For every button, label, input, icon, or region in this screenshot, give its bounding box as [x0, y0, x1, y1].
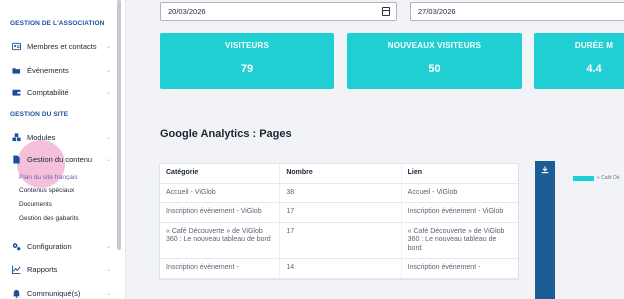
sidebar-item-label: Événements: [27, 65, 69, 75]
chevron-down-icon: ⌄: [105, 156, 111, 163]
bell-icon: [12, 289, 21, 298]
table-cell-link[interactable]: Inscription événement - ViGlob: [400, 203, 518, 222]
chevron-down-icon: ⌄: [105, 290, 111, 297]
chevron-down-icon: ⌄: [105, 89, 111, 96]
table-row: Accueil - ViGlob 38 Accueil - ViGlob: [160, 183, 518, 203]
line-chart-icon: [12, 264, 21, 274]
sidebar-item-reports[interactable]: Rapports ⌄: [12, 262, 117, 276]
column-header-link[interactable]: Lien: [400, 164, 518, 183]
chevron-down-icon: ⌄: [105, 243, 111, 250]
end-date-field[interactable]: 27/03/2026: [410, 2, 624, 21]
table-cell: Accueil - ViGlob: [166, 188, 216, 196]
sidebar-item-label: Comptabilité: [27, 87, 69, 97]
legend-label: « Café Dé: [597, 175, 620, 181]
table-row: « Café Découverte » de ViGlob 360 : Le n…: [160, 222, 518, 259]
sidebar: GESTION DE L'ASSOCIATION Membres et cont…: [0, 0, 126, 299]
chart-download-bar: [535, 161, 555, 299]
sidebar-item-label: Configuration: [27, 241, 72, 251]
sidebar-item-members[interactable]: Membres et contacts ⌄: [12, 39, 117, 53]
folder-open-icon: [12, 66, 21, 75]
section-title-pages: Google Analytics : Pages: [160, 128, 292, 140]
sidebar-scrollbar[interactable]: [117, 0, 121, 250]
table-cell: 14: [279, 259, 400, 278]
stat-card-visitors: VISITEURS 79: [160, 33, 334, 89]
calendar-icon[interactable]: [382, 7, 390, 16]
table-cell: Inscription événement - ViGlob: [166, 208, 262, 215]
legend-swatch: [573, 175, 594, 181]
start-date-field[interactable]: 20/03/2026: [160, 2, 397, 21]
sidebar-item-events[interactable]: Événements ⌄: [12, 63, 117, 77]
stat-card-new-visitors: NOUVEAUX VISITEURS 50: [347, 33, 522, 89]
stat-title: VISITEURS: [224, 41, 270, 50]
main-content: 20/03/2026 27/03/2026 VISITEURS 79 NOUVE…: [127, 0, 624, 299]
sidebar-item-configuration[interactable]: Configuration ⌄: [12, 239, 117, 253]
file-icon: [12, 154, 21, 164]
stat-title: DURÉE M: [574, 41, 614, 50]
sidebar-item-label: Membres et contacts: [27, 41, 97, 51]
wallet-icon: [12, 88, 21, 97]
sub-item-site-plan[interactable]: Plan du site français: [19, 174, 78, 181]
table-cell: 17: [279, 203, 400, 222]
section-title-association: GESTION DE L'ASSOCIATION: [10, 20, 105, 27]
table-cell-link[interactable]: Accueil - ViGlob: [400, 183, 518, 202]
sidebar-item-communiques[interactable]: Communiqué(s) ⌄: [12, 286, 117, 299]
chevron-down-icon: ⌄: [105, 134, 111, 141]
table-header: Catégorie Nombre Lien: [160, 164, 518, 184]
column-header-category[interactable]: Catégorie: [160, 164, 279, 183]
chart-legend: « Café Dé: [573, 175, 620, 181]
sidebar-item-label: Communiqué(s): [27, 288, 81, 298]
table-cell: Inscription événement -: [166, 264, 239, 271]
chevron-down-icon: ⌄: [105, 43, 111, 50]
cogs-icon: [12, 242, 21, 251]
pages-table: Catégorie Nombre Lien Accueil - ViGlob 3…: [159, 163, 519, 280]
sidebar-item-content[interactable]: Gestion du contenu ⌄: [12, 152, 117, 166]
sidebar-item-modules[interactable]: Modules ⌄: [12, 130, 117, 144]
table-cell: « Café Découverte » de ViGlob 360 : Le n…: [166, 227, 271, 244]
sidebar-item-label: Gestion du contenu: [27, 154, 93, 164]
stat-value: 4.4: [586, 63, 602, 75]
stat-value: 79: [240, 63, 254, 75]
sub-item-templates[interactable]: Gestion des gabarits: [19, 215, 79, 222]
table-cell: 38: [279, 183, 400, 202]
stat-value: 50: [428, 63, 441, 75]
cubes-icon: [12, 132, 21, 142]
table-row: Inscription événement - ViGlob 17 Inscri…: [160, 203, 518, 223]
sub-item-special-content[interactable]: Contenus spéciaux: [19, 187, 74, 194]
table-cell-link[interactable]: Inscription événement -: [400, 259, 518, 278]
end-date-value: 27/03/2026: [418, 7, 456, 16]
section-title-site: GESTION DU SITE: [10, 111, 69, 118]
stat-title: NOUVEAUX VISITEURS: [387, 41, 482, 50]
sidebar-item-accounting[interactable]: Comptabilité ⌄: [12, 85, 117, 99]
chevron-down-icon: ⌄: [105, 266, 111, 273]
download-icon[interactable]: [541, 166, 549, 174]
table-row: Inscription événement - 14 Inscription é…: [160, 259, 518, 279]
sidebar-item-label: Rapports: [27, 264, 58, 274]
stat-card-duration: DURÉE M 4.4: [534, 33, 624, 89]
sub-item-documents[interactable]: Documents: [19, 201, 52, 208]
table-cell-link[interactable]: « Café Découverte » de ViGlob 360 : Le n…: [400, 222, 518, 258]
id-card-icon: [12, 42, 21, 51]
table-cell: 17: [279, 222, 400, 258]
chevron-down-icon: ⌄: [105, 67, 111, 74]
start-date-value: 20/03/2026: [168, 7, 206, 16]
column-header-count[interactable]: Nombre: [279, 164, 400, 183]
